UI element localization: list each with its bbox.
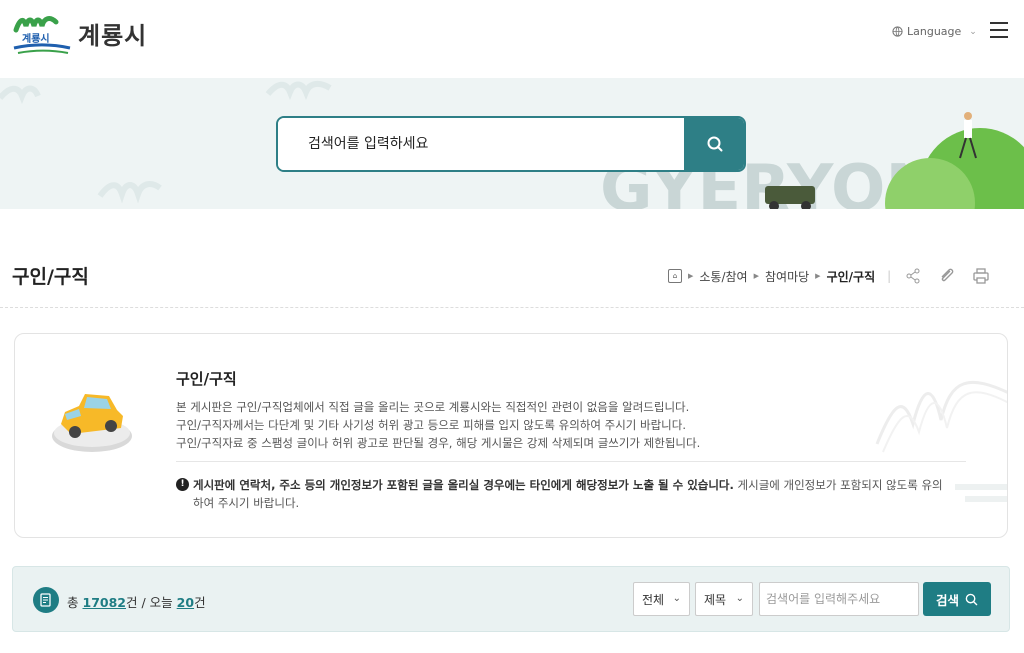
breadcrumb-separator: ▶: [753, 272, 759, 280]
site-search-input[interactable]: [278, 118, 682, 170]
board-search-label: 검색: [935, 592, 959, 608]
hero-search-band: GYERYONG: [0, 78, 1024, 209]
search-icon: [965, 593, 978, 605]
total-count: 17082: [82, 595, 127, 610]
breadcrumb-separator: ▶: [815, 272, 821, 280]
page-title: 구인/구직: [12, 266, 89, 288]
warning-bold-text: 게시판에 연락처, 주소 등의 개인정보가 포함된 글을 올리실 경우에는 타인…: [193, 478, 734, 492]
info-line: 구인/구직자께서는 다단계 및 기타 사기성 허위 광고 등으로 피해를 입지 …: [176, 418, 686, 432]
site-search-button[interactable]: [684, 118, 744, 170]
today-label: / 오늘: [141, 595, 173, 610]
breadcrumb-separator: ▶: [688, 272, 694, 280]
total-label: 총: [67, 595, 79, 610]
document-icon: [33, 587, 59, 613]
site-header: 계룡시 계룡시 Language ⌄: [0, 0, 1024, 78]
unit-label: 건: [126, 595, 138, 610]
field-select[interactable]: 제목 ⌄: [695, 582, 753, 616]
chevron-down-icon: ⌄: [969, 26, 977, 37]
keyword-input[interactable]: [759, 582, 919, 616]
post-count: 총 17082건 / 오늘 20건: [67, 592, 206, 611]
unit-label: 건: [194, 595, 206, 610]
attach-icon[interactable]: [937, 266, 957, 286]
divider: [176, 461, 966, 462]
field-select-value: 제목: [704, 592, 727, 607]
info-description: 본 게시판은 구인/구직업체에서 직접 글을 올리는 곳으로 계룡시와는 직접적…: [176, 398, 816, 452]
print-icon[interactable]: [971, 266, 991, 286]
scope-select-value: 전체: [642, 592, 665, 607]
warning-icon: !: [176, 478, 189, 491]
decorative-logo-mark: [875, 380, 1007, 453]
logo-text[interactable]: 계룡시: [78, 16, 147, 51]
breadcrumb: ⌂ ▶ 소통/참여 ▶ 참여마당 ▶ 구인/구직 |: [668, 266, 991, 286]
chevron-down-icon: ⌄: [735, 593, 744, 604]
page-title-row: 구인/구직 ⌂ ▶ 소통/참여 ▶ 참여마당 ▶ 구인/구직 |: [0, 240, 1024, 308]
language-selector[interactable]: Language ⌄: [892, 25, 977, 38]
breadcrumb-current: 구인/구직: [826, 269, 876, 284]
language-label: Language: [907, 25, 962, 38]
info-line: 본 게시판은 구인/구직업체에서 직접 글을 올리는 곳으로 계룡시와는 직접적…: [176, 400, 690, 414]
breadcrumb-item[interactable]: 참여마당: [765, 268, 809, 285]
home-icon[interactable]: ⌂: [668, 269, 682, 283]
info-line: 구인/구직자료 중 스팸성 글이나 허위 광고로 판단될 경우, 해당 게시물은…: [176, 436, 701, 450]
board-info-card: 구인/구직 본 게시판은 구인/구직업체에서 직접 글을 올리는 곳으로 계룡시…: [14, 333, 1008, 538]
hamburger-menu-icon[interactable]: [990, 22, 1008, 38]
breadcrumb-item[interactable]: 소통/참여: [699, 268, 747, 285]
car-illustration-icon: [52, 394, 132, 452]
chevron-down-icon: ⌄: [672, 593, 681, 604]
city-logo[interactable]: 계룡시: [12, 8, 72, 56]
search-icon: [707, 136, 723, 152]
logo-caption: 계룡시: [22, 32, 50, 45]
today-count: 20: [176, 595, 195, 610]
site-search-box: [276, 116, 746, 172]
globe-icon: [892, 26, 903, 37]
share-icon[interactable]: [903, 266, 923, 286]
privacy-warning: ! 게시판에 연락처, 주소 등의 개인정보가 포함된 글을 올리실 경우에는 …: [176, 476, 946, 512]
board-search-bar: 총 17082건 / 오늘 20건 전체 ⌄ 제목 ⌄ 검색: [12, 566, 1010, 632]
divider: |: [887, 269, 892, 283]
info-title: 구인/구직: [176, 370, 237, 388]
decorative-stroke: [955, 484, 1007, 502]
board-search-button[interactable]: 검색: [923, 582, 991, 616]
scope-select[interactable]: 전체 ⌄: [633, 582, 690, 616]
